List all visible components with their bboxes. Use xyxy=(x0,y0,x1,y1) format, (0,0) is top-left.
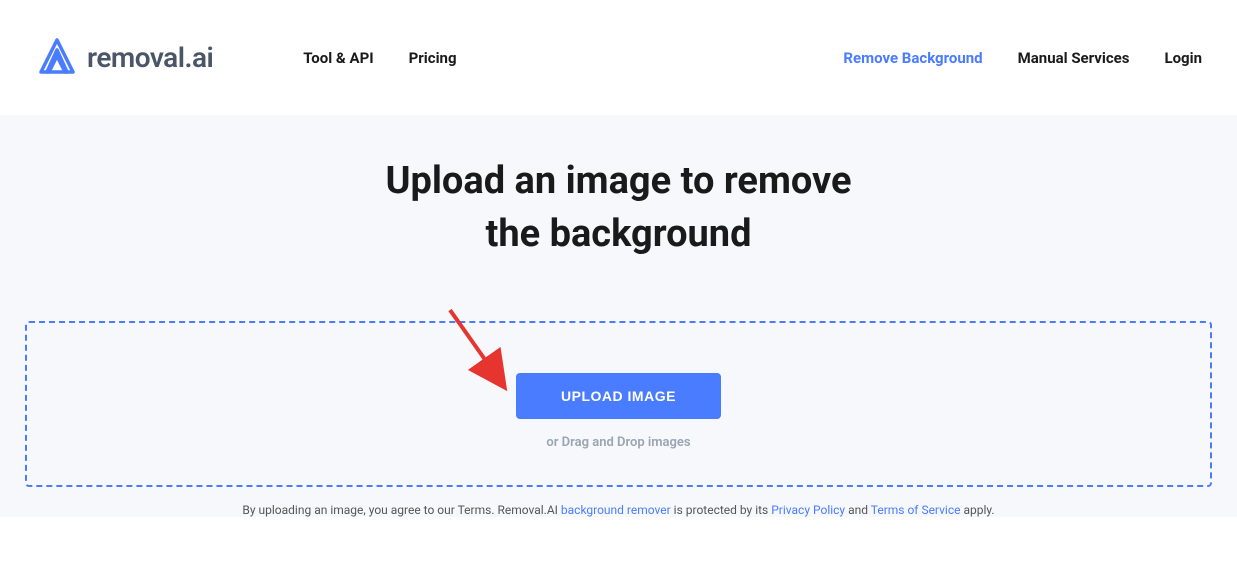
main-section: Upload an image to remove the background… xyxy=(0,115,1237,517)
terms-middle-2: and xyxy=(845,503,871,517)
terms-text: By uploading an image, you agree to our … xyxy=(0,503,1237,517)
heading-line-2: the background xyxy=(485,212,751,256)
logo[interactable]: removal.ai xyxy=(35,36,213,80)
nav-manual-services[interactable]: Manual Services xyxy=(1018,49,1130,67)
header: removal.ai Tool & API Pricing Remove Bac… xyxy=(0,0,1237,115)
terms-prefix: By uploading an image, you agree to our … xyxy=(242,503,561,517)
nav-left: Tool & API Pricing xyxy=(303,49,456,67)
nav-login[interactable]: Login xyxy=(1164,49,1202,67)
heading-line-1: Upload an image to remove xyxy=(385,159,851,203)
terms-link-terms-of-service[interactable]: Terms of Service xyxy=(871,503,961,517)
page-heading: Upload an image to remove the background xyxy=(0,155,1237,261)
logo-icon xyxy=(35,36,79,80)
terms-middle-1: is protected by its xyxy=(671,503,772,517)
logo-text: removal.ai xyxy=(87,41,213,74)
terms-suffix: apply. xyxy=(960,503,994,517)
nav-right: Remove Background Manual Services Login xyxy=(843,49,1202,67)
upload-dropzone[interactable]: UPLOAD IMAGE or Drag and Drop images xyxy=(25,321,1212,487)
terms-link-background-remover[interactable]: background remover xyxy=(561,503,671,517)
nav-remove-background[interactable]: Remove Background xyxy=(843,49,982,67)
nav-tool-api[interactable]: Tool & API xyxy=(303,49,373,67)
terms-link-privacy-policy[interactable]: Privacy Policy xyxy=(771,503,845,517)
upload-image-button[interactable]: UPLOAD IMAGE xyxy=(516,373,721,419)
drag-drop-text: or Drag and Drop images xyxy=(47,435,1190,450)
nav-pricing[interactable]: Pricing xyxy=(409,49,457,67)
